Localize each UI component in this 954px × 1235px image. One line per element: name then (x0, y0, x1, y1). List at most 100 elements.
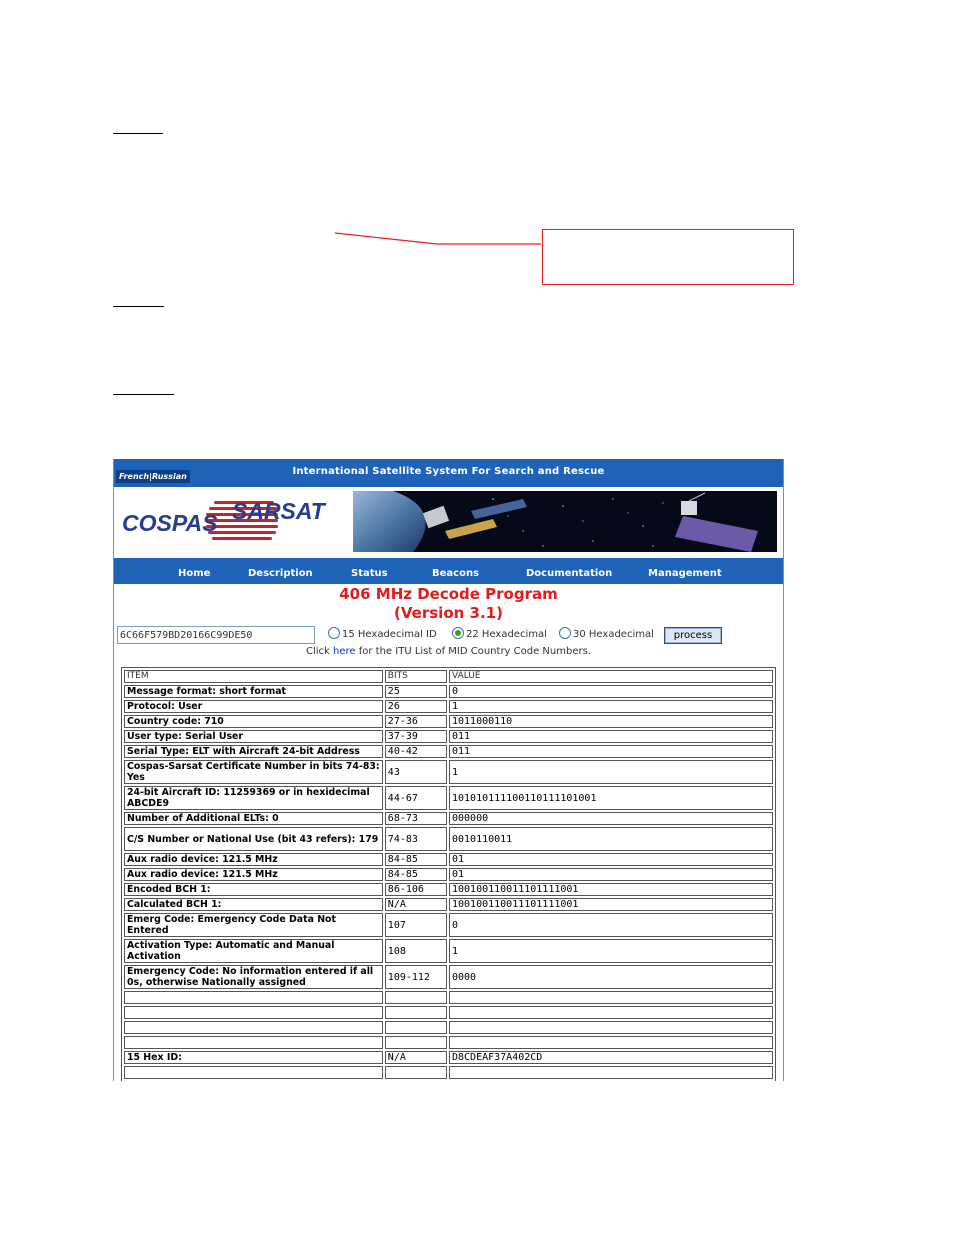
cell-item: Protocol: User (124, 700, 383, 713)
decode-results-table: ITEM BITS VALUE Message format: short fo… (121, 667, 776, 1081)
cell-value: 100100110011101111001 (448, 898, 773, 911)
cell-item: 24-bit Aircraft ID: 11259369 or in hexid… (124, 786, 383, 810)
cell-value: 101010111100110111101001 (448, 786, 773, 810)
table-row (124, 1066, 773, 1079)
cell-bits (384, 991, 447, 1004)
nav-management[interactable]: Management (648, 568, 722, 579)
cell-item (124, 1036, 383, 1049)
table-row: Country code: 710 27-36 1011000110 (124, 715, 773, 728)
table-row: Message format: short format 25 0 (124, 685, 773, 698)
underline-mark-3 (113, 394, 174, 395)
cell-bits: 40-42 (384, 745, 447, 758)
process-button[interactable]: process (664, 627, 722, 644)
cell-bits (384, 1036, 447, 1049)
table-row: Aux radio device: 121.5 MHz 84-85 01 (124, 853, 773, 866)
cell-value: 1011000110 (448, 715, 773, 728)
table-row (124, 1021, 773, 1034)
table-row: Encoded BCH 1: 86-106 10010011001110111100… (124, 883, 773, 896)
radio-30-hex-dot[interactable] (559, 627, 571, 639)
table-row (124, 1006, 773, 1019)
decode-program-screenshot: French|Russian International Satellite S… (113, 459, 784, 1081)
table-row: Activation Type: Automatic and Manual Ac… (124, 939, 773, 963)
logo-band: COSPAS SARSAT (114, 487, 783, 558)
cell-item: Cospas-Sarsat Certificate Number in bits… (124, 760, 383, 784)
table-row: Serial Type: ELT with Aircraft 24-bit Ad… (124, 745, 773, 758)
cell-value (448, 991, 773, 1004)
radio-15-hex-dot[interactable] (328, 627, 340, 639)
radio-15-hex-label: 15 Hexadecimal ID (342, 629, 437, 640)
table-row: Calculated BCH 1: N/A 10010011001110111100… (124, 898, 773, 911)
cell-item: C/S Number or National Use (bit 43 refer… (124, 827, 383, 851)
table-row: Emerg Code: Emergency Code Data Not Ente… (124, 913, 773, 937)
decode-form: 15 Hexadecimal ID 22 Hexadecimal 30 Hexa… (114, 626, 783, 648)
cell-item: Emerg Code: Emergency Code Data Not Ente… (124, 913, 383, 937)
table-row (124, 991, 773, 1004)
cell-item: Serial Type: ELT with Aircraft 24-bit Ad… (124, 745, 383, 758)
radio-22-hex-dot[interactable] (452, 627, 464, 639)
cell-item: Message format: short format (124, 685, 383, 698)
table-row: Cospas-Sarsat Certificate Number in bits… (124, 760, 773, 784)
callout-pointer-line (334, 232, 541, 245)
nav-description[interactable]: Description (248, 568, 313, 579)
satellite-banner-image (353, 491, 777, 552)
cell-value: 100100110011101111001 (448, 883, 773, 896)
cell-value: 0010110011 (448, 827, 773, 851)
cell-value: 0 (448, 685, 773, 698)
cell-item: User type: Serial User (124, 730, 383, 743)
cell-item: Calculated BCH 1: (124, 898, 383, 911)
cell-value (448, 1021, 773, 1034)
header-item: ITEM (124, 670, 383, 683)
cell-item: Encoded BCH 1: (124, 883, 383, 896)
cell-bits: 43 (384, 760, 447, 784)
hex-input-field[interactable] (117, 626, 315, 644)
cell-bits: 25 (384, 685, 447, 698)
table-row: 15 Hex ID: N/A D8CDEAF37A402CD (124, 1051, 773, 1064)
cell-bits: 84-85 (384, 853, 447, 866)
cospas-sarsat-logo: COSPAS SARSAT (122, 498, 327, 540)
main-nav: Home Description Status Beacons Document… (114, 558, 783, 584)
table-row: Aux radio device: 121.5 MHz 84-85 01 (124, 868, 773, 881)
cell-item: 15 Hex ID: (124, 1051, 383, 1064)
cell-bits (384, 1021, 447, 1034)
cell-value: 01 (448, 868, 773, 881)
cell-value (448, 1036, 773, 1049)
header-value: VALUE (448, 670, 773, 683)
cell-bits: N/A (384, 1051, 447, 1064)
cell-item (124, 1006, 383, 1019)
nav-home[interactable]: Home (178, 568, 210, 579)
nav-status[interactable]: Status (351, 568, 388, 579)
cell-item (124, 1066, 383, 1079)
cell-value (448, 1066, 773, 1079)
nav-beacons[interactable]: Beacons (432, 568, 479, 579)
table-row: Protocol: User 26 1 (124, 700, 773, 713)
radio-22-hex-label: 22 Hexadecimal (466, 629, 547, 640)
cell-item: Aux radio device: 121.5 MHz (124, 868, 383, 881)
underline-mark-2 (113, 306, 164, 307)
cell-bits: 26 (384, 700, 447, 713)
radio-15-hex[interactable]: 15 Hexadecimal ID (328, 627, 437, 640)
cell-bits: 107 (384, 913, 447, 937)
page-title: 406 MHz Decode Program (Version 3.1) (114, 585, 783, 623)
cell-value: 011 (448, 745, 773, 758)
table-row: Emergency Code: No information entered i… (124, 965, 773, 989)
radio-22-hex[interactable]: 22 Hexadecimal (452, 627, 547, 640)
logo-text-cospas: COSPAS (122, 510, 218, 536)
site-title: International Satellite System For Searc… (292, 466, 605, 477)
cell-bits: 37-39 (384, 730, 447, 743)
cell-item: Country code: 710 (124, 715, 383, 728)
cell-bits: N/A (384, 898, 447, 911)
nav-documentation[interactable]: Documentation (526, 568, 612, 579)
cell-item (124, 991, 383, 1004)
cell-item: Emergency Code: No information entered i… (124, 965, 383, 989)
cell-bits: 27-36 (384, 715, 447, 728)
table-row: Number of Additional ELTs: 0 68-73 000000 (124, 812, 773, 825)
cell-item: Number of Additional ELTs: 0 (124, 812, 383, 825)
page-title-line2: (Version 3.1) (394, 604, 503, 622)
header-bits: BITS (384, 670, 447, 683)
radio-30-hex[interactable]: 30 Hexadecimal (559, 627, 654, 640)
cell-value: 000000 (448, 812, 773, 825)
cell-bits: 108 (384, 939, 447, 963)
cell-item: Aux radio device: 121.5 MHz (124, 853, 383, 866)
logo-text-sarsat: SARSAT (232, 498, 327, 524)
cell-value (448, 1006, 773, 1019)
